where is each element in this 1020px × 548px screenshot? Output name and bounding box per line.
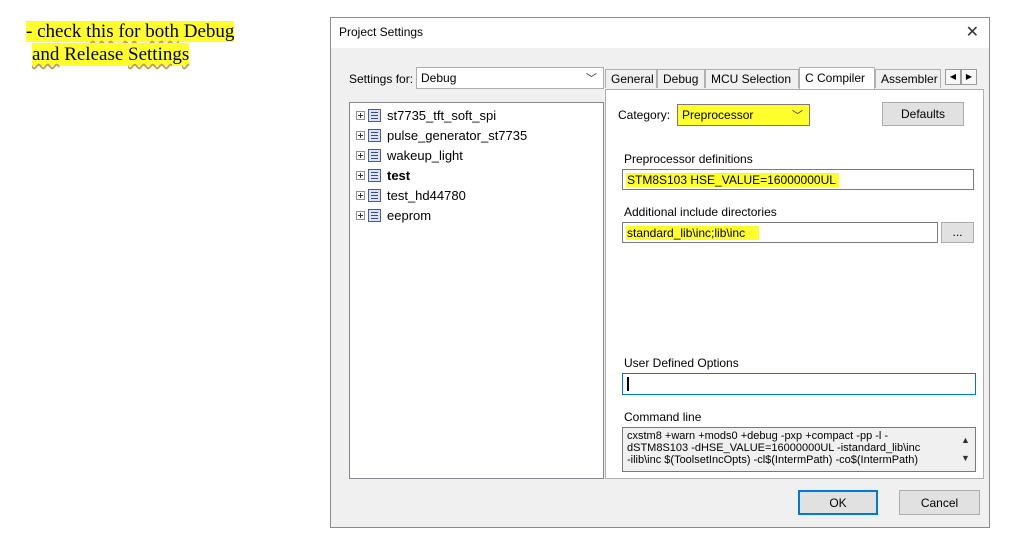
settings-for-dropdown[interactable]: Debug ﹀ — [416, 67, 604, 89]
tab-general[interactable]: General — [605, 69, 657, 88]
expand-icon[interactable] — [356, 150, 365, 160]
tree-item[interactable]: pulse_generator_st7735 — [356, 126, 527, 144]
preprocessor-definitions-input[interactable]: STM8S103 HSE_VALUE=16000000UL — [622, 169, 974, 190]
close-icon[interactable]: ✕ — [966, 22, 979, 42]
project-icon — [368, 128, 381, 142]
chevron-down-icon: ﹀ — [586, 73, 597, 85]
title-bar[interactable]: Project Settings ✕ — [331, 18, 989, 48]
tab-c-compiler[interactable]: C Compiler — [799, 67, 875, 89]
defaults-button[interactable]: Defaults — [882, 102, 964, 126]
ok-button[interactable]: OK — [798, 490, 878, 515]
tree-item[interactable]: test_hd44780 — [356, 186, 466, 204]
project-settings-dialog: Project Settings ✕ Settings for: Debug ﹀… — [330, 17, 990, 528]
preprocessor-definitions-label: Preprocessor definitions — [624, 152, 753, 166]
scroll-down-icon[interactable]: ▼ — [961, 453, 970, 463]
settings-for-value: Debug — [421, 71, 457, 85]
include-directories-input[interactable]: standard_lib\inc;lib\inc — [622, 222, 938, 243]
annotation-note: - check this for both Debug and Release … — [26, 20, 296, 66]
scroll-up-icon[interactable]: ▲ — [961, 435, 970, 445]
command-line-text: cxstm8 +warn +mods0 +debug -pxp +compact… — [627, 430, 921, 466]
category-value: Preprocessor — [682, 108, 754, 122]
tree-item[interactable]: wakeup_light — [356, 146, 463, 164]
c-compiler-panel: Category: Preprocessor ﹀ Defaults Prepro… — [605, 89, 984, 479]
user-defined-options-input[interactable] — [622, 373, 976, 395]
settings-for-label: Settings for: — [349, 72, 414, 86]
note-line-1: - check this for both Debug — [26, 21, 235, 42]
command-line-label: Command line — [624, 410, 702, 424]
category-label: Category: — [618, 108, 671, 122]
project-tree[interactable]: st7735_tft_soft_spi pulse_generator_st77… — [349, 102, 604, 479]
expand-icon[interactable] — [356, 190, 365, 200]
cancel-button[interactable]: Cancel — [899, 490, 980, 515]
command-line-box[interactable]: cxstm8 +warn +mods0 +debug -pxp +compact… — [622, 427, 976, 472]
tree-item-label: pulse_generator_st7735 — [387, 127, 528, 143]
expand-icon[interactable] — [356, 110, 365, 120]
tree-item[interactable]: test — [356, 166, 410, 184]
expand-icon[interactable] — [356, 130, 365, 140]
tab-assembler[interactable]: Assembler — [875, 69, 941, 88]
project-icon — [368, 108, 381, 122]
tab-debug[interactable]: Debug — [657, 69, 705, 88]
include-directories-value: standard_lib\inc;lib\inc — [626, 226, 760, 240]
category-dropdown[interactable]: Preprocessor ﹀ — [677, 104, 810, 126]
tree-item-label: st7735_tft_soft_spi — [387, 107, 497, 123]
text-caret — [627, 377, 629, 391]
project-icon — [368, 188, 381, 202]
tree-item-label: test_hd44780 — [387, 187, 466, 203]
project-icon — [368, 208, 381, 222]
tree-item-label: wakeup_light — [387, 147, 463, 163]
cancel-button-label: Cancel — [920, 496, 959, 510]
include-directories-label: Additional include directories — [624, 205, 777, 219]
tree-item-label: eeprom — [387, 207, 432, 223]
tab-scroll-right-icon[interactable]: ▶ — [961, 69, 977, 85]
note-line-2: and Release Settings — [32, 43, 190, 66]
dialog-title: Project Settings — [339, 25, 424, 39]
preprocessor-definitions-value: STM8S103 HSE_VALUE=16000000UL — [626, 173, 839, 187]
browse-include-button[interactable]: ... — [941, 222, 974, 243]
expand-icon[interactable] — [356, 210, 365, 220]
expand-icon[interactable] — [356, 170, 365, 180]
ok-button-label: OK — [829, 496, 847, 510]
defaults-button-label: Defaults — [900, 107, 946, 121]
tab-scroll-left-icon[interactable]: ◀ — [945, 69, 961, 85]
tree-item[interactable]: eeprom — [356, 206, 431, 224]
tree-item[interactable]: st7735_tft_soft_spi — [356, 106, 496, 124]
user-defined-options-label: User Defined Options — [624, 356, 739, 370]
project-icon — [368, 168, 381, 182]
project-icon — [368, 148, 381, 162]
browse-button-label: ... — [952, 225, 963, 239]
command-line-scrollbar[interactable]: ▲ ▼ — [957, 428, 975, 471]
chevron-down-icon: ﹀ — [792, 110, 803, 122]
tab-mcu-selection[interactable]: MCU Selection — [705, 69, 799, 88]
tree-item-label: test — [387, 167, 411, 183]
